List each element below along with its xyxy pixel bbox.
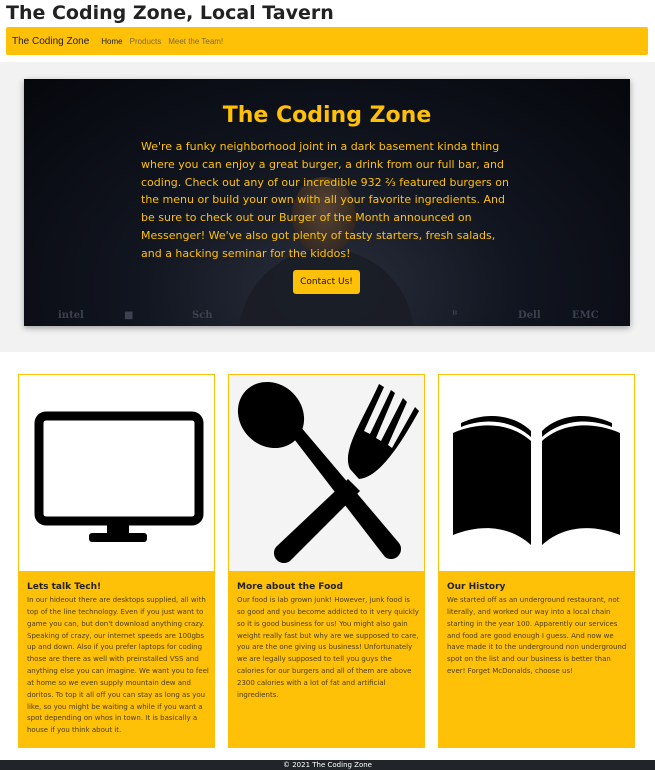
contact-us-button[interactable]: Contact Us! bbox=[293, 270, 360, 294]
card-tech-text: In our hideout there are desktops suppli… bbox=[27, 596, 209, 735]
card-food-text: Our food is lab grown junk! However, jun… bbox=[237, 596, 419, 699]
card-food: More about the Food Our food is lab grow… bbox=[228, 374, 425, 748]
card-tech: Lets talk Tech! In our hideout there are… bbox=[18, 374, 215, 748]
emc-logo: EMC bbox=[572, 310, 599, 321]
card-history-text: We started off as an underground restaur… bbox=[447, 596, 627, 676]
monitor-icon bbox=[34, 411, 204, 542]
square-logo: ■ bbox=[124, 310, 134, 321]
hero-banner: intel ■ Sch ᴮ Dell EMC The Coding Zone W… bbox=[24, 79, 630, 326]
card-food-body: More about the Food Our food is lab grow… bbox=[237, 582, 419, 702]
nav-link-home[interactable]: Home bbox=[101, 37, 122, 46]
card-history-body: Our History We started off as an undergr… bbox=[447, 582, 629, 678]
navbar: The Coding Zone Home Products Meet the T… bbox=[6, 27, 648, 55]
hero-logo-strip: intel ■ Sch ᴮ Dell EMC bbox=[24, 300, 630, 326]
hero-description: We're a funky neighborhood joint in a da… bbox=[141, 140, 509, 260]
card-history: Our History We started off as an undergr… bbox=[438, 374, 635, 748]
site-title: The Coding Zone, Local Tavern bbox=[6, 2, 334, 24]
card-history-title: Our History bbox=[447, 582, 506, 592]
nav-link-meet-the-team[interactable]: Meet the Team! bbox=[168, 37, 223, 46]
hero-title: The Coding Zone bbox=[222, 103, 432, 128]
open-book-icon bbox=[453, 416, 620, 545]
b-logo: ᴮ bbox=[452, 310, 458, 321]
footer: © 2021 The Coding Zone bbox=[0, 760, 655, 770]
card-food-image bbox=[229, 375, 424, 571]
nav-link-products[interactable]: Products bbox=[130, 37, 162, 46]
navbar-brand[interactable]: The Coding Zone bbox=[12, 36, 89, 47]
intel-logo: intel bbox=[58, 310, 84, 321]
card-tech-title: Lets talk Tech! bbox=[27, 582, 102, 592]
fork-spoon-icon bbox=[229, 375, 424, 571]
card-food-title: More about the Food bbox=[237, 582, 343, 592]
card-history-image bbox=[439, 375, 634, 571]
card-tech-image bbox=[19, 375, 214, 571]
sch-logo: Sch bbox=[192, 310, 213, 321]
card-tech-body: Lets talk Tech! In our hideout there are… bbox=[27, 582, 209, 737]
dell-logo: Dell bbox=[518, 310, 541, 321]
